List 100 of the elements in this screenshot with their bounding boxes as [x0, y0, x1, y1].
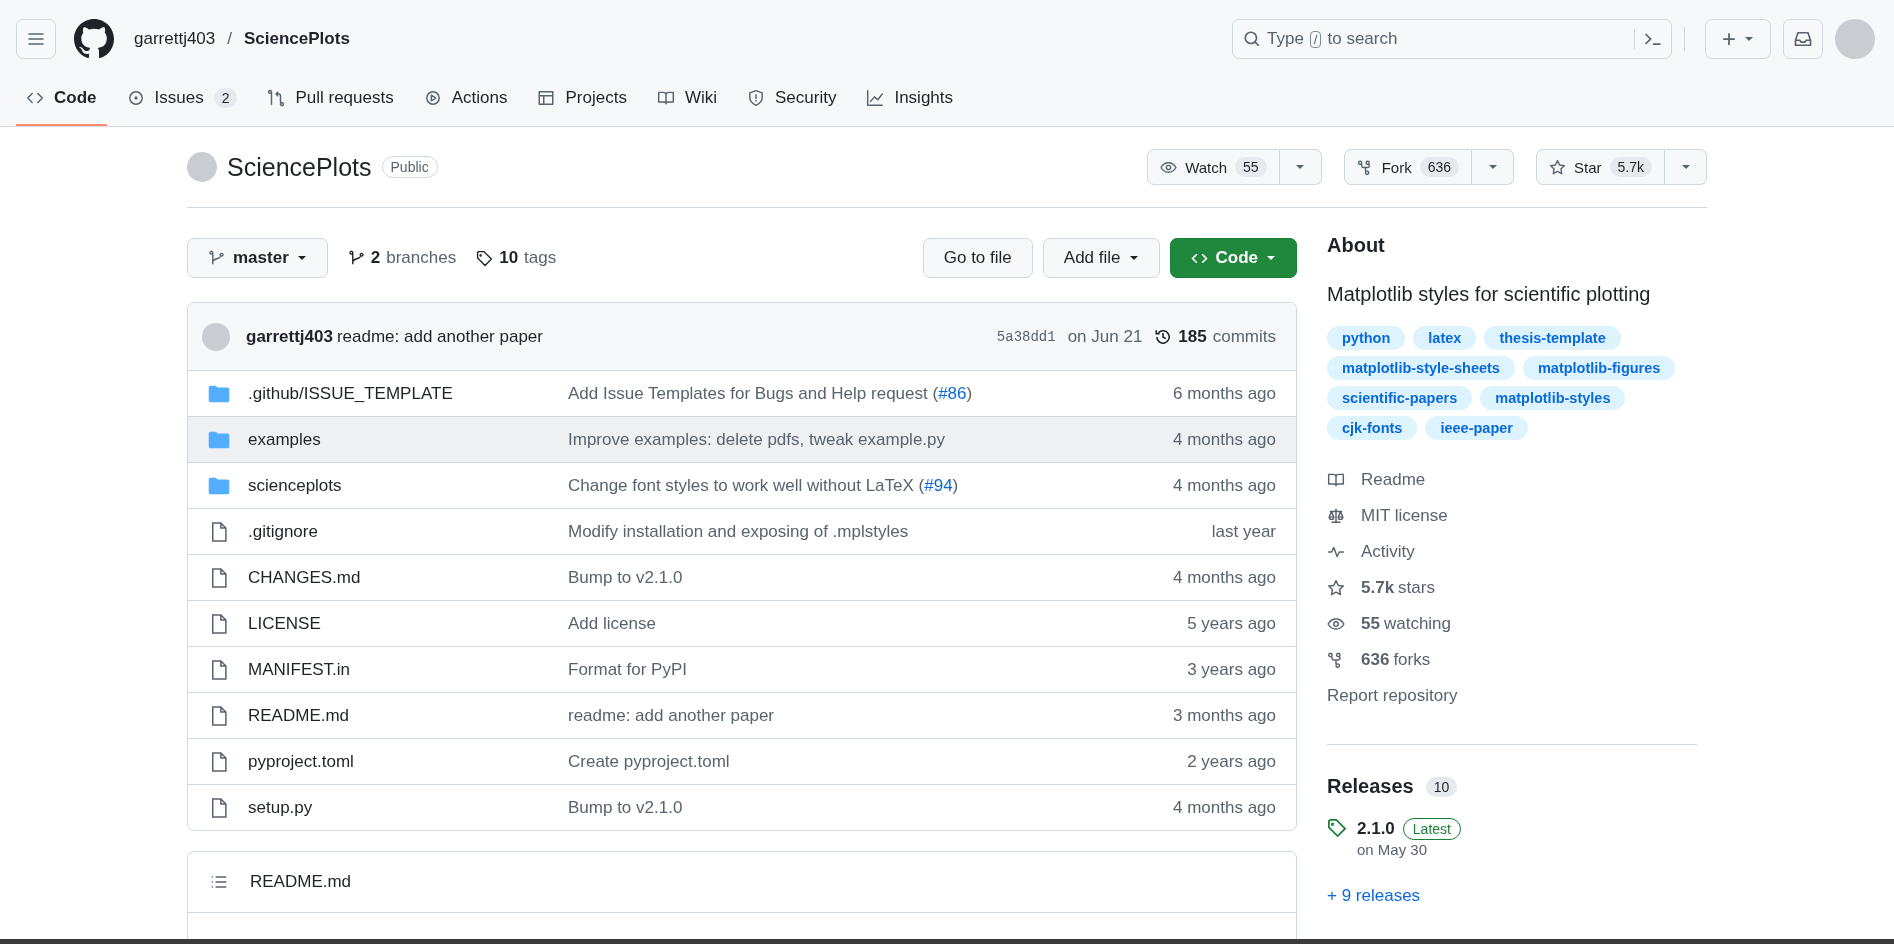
repo-meta-link[interactable]: Readme [1327, 462, 1707, 498]
search-placeholder: to search [1327, 29, 1398, 49]
search-placeholder: Type [1267, 29, 1304, 49]
commit-age: 4 months ago [1173, 429, 1276, 450]
add-file-button[interactable]: Add file [1042, 238, 1160, 278]
caret-icon [1680, 162, 1691, 172]
commit-author-link[interactable]: garrettj403 [246, 326, 333, 347]
caret-icon [296, 253, 307, 263]
branches-link[interactable]: 2 branches [347, 248, 457, 268]
repo-tab[interactable]: Code [16, 72, 107, 126]
star-icon [1549, 158, 1566, 176]
file-name-link[interactable]: .gitignore [248, 521, 568, 542]
file-name-link[interactable]: MANIFEST.in [248, 659, 568, 680]
commit-message: Change font styles to work well without LaTeX (#94) [568, 475, 960, 496]
repo-tab[interactable]: Issues 2 [116, 72, 248, 126]
commit-message: readme: add another paper [568, 705, 776, 726]
file-row[interactable]: LICENSE Add license 5 years ago [188, 600, 1296, 646]
book-icon [1327, 471, 1345, 489]
repo-tab[interactable]: Actions [413, 72, 518, 126]
repo-meta-link[interactable]: Activity [1327, 534, 1707, 570]
commit-age: 4 months ago [1173, 567, 1276, 588]
topic-tag[interactable]: matplotlib-styles [1480, 386, 1626, 410]
code-button[interactable]: Code [1169, 238, 1297, 278]
inbox-button[interactable] [1783, 19, 1823, 59]
file-name-link[interactable]: setup.py [248, 797, 568, 818]
github-logo-icon[interactable] [74, 19, 114, 59]
command-palette-icon[interactable] [1634, 29, 1663, 49]
file-row[interactable]: examples Improve examples: delete pdfs, tweak example.py 4 months ago [188, 416, 1296, 462]
repo-action-button[interactable]: Fork 636 [1343, 149, 1472, 185]
commit-age: 3 years ago [1187, 659, 1276, 680]
topic-tag[interactable]: matplotlib-figures [1522, 356, 1676, 380]
repo-meta-link[interactable]: 5.7k stars [1327, 570, 1707, 606]
owner-link[interactable]: garrettj403 [134, 29, 216, 49]
repo-link[interactable]: SciencePlots [244, 29, 350, 49]
action-count: 5.7k [1609, 157, 1652, 177]
file-row[interactable]: scienceplots Change font styles to work well without LaTeX (#94) 4 months ago [188, 462, 1296, 508]
file-name-link[interactable]: .github/ISSUE_TEMPLATE [248, 383, 568, 404]
file-row[interactable]: setup.py Bump to v2.1.0 4 months ago [188, 784, 1296, 830]
repo-tab[interactable]: Security [737, 72, 847, 126]
file-row[interactable]: CHANGES.md Bump to v2.1.0 4 months ago [188, 554, 1296, 600]
tags-link[interactable]: 10 tags [476, 248, 557, 268]
release-version-link[interactable]: 2.1.0 [1357, 819, 1395, 839]
file-name-link[interactable]: LICENSE [248, 613, 568, 634]
search-field[interactable]: Type / to search [1232, 19, 1672, 59]
topic-tag[interactable]: python [1327, 326, 1406, 350]
scale-icon [1327, 507, 1345, 525]
repo-meta-link[interactable]: 55 watching [1327, 606, 1707, 642]
more-releases-link[interactable]: + 9 releases [1327, 886, 1707, 906]
go-to-file-button[interactable]: Go to file [922, 238, 1033, 278]
eye-icon [1327, 615, 1345, 633]
caret-icon [1744, 34, 1754, 44]
file-name-link[interactable]: README.md [248, 705, 568, 726]
caret-icon [1266, 253, 1276, 263]
file-row[interactable]: pyproject.toml Create pyproject.toml 2 years ago [188, 738, 1296, 784]
play-icon [423, 89, 442, 107]
file-row[interactable]: .github/ISSUE_TEMPLATE Add Issue Templates for Bugs and Help request (#86) 6 months ago [188, 371, 1296, 416]
commit-message: Add Issue Templates for Bugs and Help request (#86) [568, 383, 974, 404]
issue-link[interactable]: #94 [924, 475, 953, 495]
report-repository-link[interactable]: Report repository [1327, 678, 1707, 714]
repo-action-button[interactable]: Watch 55 [1147, 149, 1280, 185]
releases-heading[interactable]: Releases [1327, 775, 1414, 798]
topic-tag[interactable]: scientific-papers [1327, 386, 1473, 410]
table-icon [537, 89, 556, 107]
branch-selector[interactable]: master [187, 238, 328, 278]
create-new-button[interactable]: + [1705, 19, 1771, 59]
pull-request-icon [267, 89, 286, 107]
repo-action-button[interactable]: Star 5.7k [1536, 149, 1665, 185]
issue-icon [126, 89, 145, 107]
shield-icon [747, 89, 765, 107]
repo-meta-link[interactable]: MIT license [1327, 498, 1707, 534]
file-name-link[interactable]: examples [248, 429, 568, 450]
search-icon [1243, 30, 1261, 48]
about-heading: About [1327, 234, 1386, 257]
commit-hash-link[interactable]: 5a38dd1 [996, 328, 1056, 345]
repo-tab[interactable]: Pull requests [257, 72, 404, 126]
menu-button[interactable] [16, 19, 56, 59]
file-row[interactable]: .gitignore Modify installation and exposing of .mplstyles last year [188, 508, 1296, 554]
topic-tag[interactable]: matplotlib-style-sheets [1327, 356, 1515, 380]
commits-link[interactable]: 185 commits [1154, 326, 1276, 347]
releases-count: 10 [1425, 776, 1458, 797]
commit-message-link[interactable]: readme: add another paper [336, 326, 543, 347]
file-row[interactable]: README.md readme: add another paper 3 months ago [188, 692, 1296, 738]
list-icon[interactable] [210, 873, 228, 891]
issue-link[interactable]: #86 [938, 383, 967, 403]
caret-icon [1128, 253, 1139, 263]
topic-tag[interactable]: ieee-paper [1425, 416, 1528, 440]
repo-tab[interactable]: Insights [856, 72, 963, 126]
file-row[interactable]: MANIFEST.in Format for PyPI 3 years ago [188, 646, 1296, 692]
action-count: 55 [1235, 157, 1267, 177]
commit-age: 6 months ago [1173, 383, 1276, 404]
topic-tag[interactable]: cjk-fonts [1327, 416, 1418, 440]
file-name-link[interactable]: pyproject.toml [248, 751, 568, 772]
topic-tag[interactable]: thesis-template [1484, 326, 1621, 350]
repo-meta-link[interactable]: 636 forks [1327, 642, 1707, 678]
file-name-link[interactable]: CHANGES.md [248, 567, 568, 588]
topic-tag[interactable]: latex [1413, 326, 1477, 350]
repo-tab[interactable]: Wiki [646, 72, 727, 126]
repo-tab[interactable]: Projects [527, 72, 637, 126]
commit-message: Improve examples: delete pdfs, tweak example.py [568, 429, 947, 450]
file-name-link[interactable]: scienceplots [248, 475, 568, 496]
